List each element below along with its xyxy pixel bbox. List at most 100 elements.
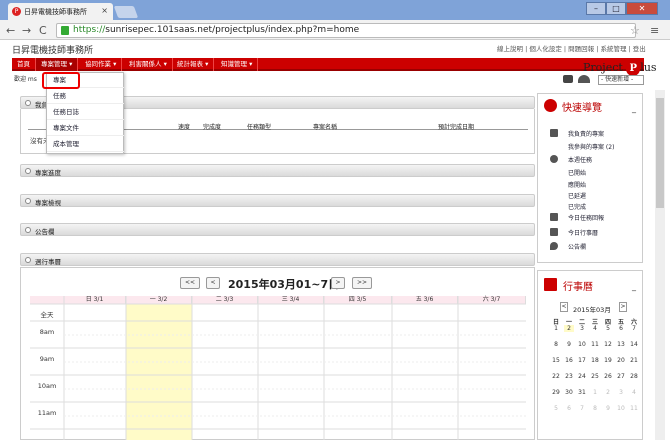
- mini-prev-button[interactable]: <: [560, 302, 568, 312]
- users-icon[interactable]: [578, 75, 590, 83]
- section-progress[interactable]: 專案進度: [20, 164, 535, 177]
- reload-icon[interactable]: C: [39, 24, 47, 37]
- mini-day[interactable]: 4: [590, 325, 600, 332]
- mini-day[interactable]: 27: [616, 373, 626, 380]
- nav-completed[interactable]: 已完成: [568, 202, 586, 211]
- mini-day[interactable]: 21: [629, 357, 639, 364]
- mini-day[interactable]: 9: [564, 341, 574, 348]
- minimize-icon[interactable]: _: [632, 282, 636, 291]
- message-icon[interactable]: [563, 75, 573, 83]
- section-review[interactable]: 專案檢視: [20, 194, 535, 207]
- prev-month-button[interactable]: <<: [180, 277, 200, 289]
- mini-day[interactable]: 9: [603, 405, 613, 412]
- mini-day[interactable]: 23: [564, 373, 574, 380]
- dropdown-item-task-log[interactable]: 任務日誌: [47, 105, 124, 120]
- nav-project-mgmt[interactable]: 專案管理 ▾: [36, 58, 79, 71]
- new-tab-button[interactable]: [113, 6, 139, 18]
- day-header: 日 3/1: [64, 296, 126, 304]
- nav-week-tasks[interactable]: 本週任務: [568, 155, 592, 164]
- dropdown-item-task[interactable]: 任務: [47, 89, 124, 104]
- mini-day[interactable]: 4: [629, 389, 639, 396]
- nav-reports[interactable]: 統計報表 ▾: [172, 58, 215, 71]
- mini-day[interactable]: 25: [590, 373, 600, 380]
- mini-day[interactable]: 13: [616, 341, 626, 348]
- mini-day[interactable]: 17: [577, 357, 587, 364]
- favicon-icon: P: [12, 7, 21, 16]
- page-scrollbar[interactable]: [655, 90, 665, 440]
- mini-day[interactable]: 30: [564, 389, 574, 396]
- dropdown-item-project-docs[interactable]: 專案文件: [47, 121, 124, 136]
- mini-day[interactable]: 7: [629, 325, 639, 332]
- day-header: 二 3/3: [192, 296, 258, 304]
- nav-today-report[interactable]: 今日任務回報: [568, 213, 604, 222]
- mini-day[interactable]: 1: [551, 325, 561, 332]
- mini-day[interactable]: 10: [577, 341, 587, 348]
- mini-day[interactable]: 10: [616, 405, 626, 412]
- mini-day[interactable]: 8: [590, 405, 600, 412]
- nav-knowledge[interactable]: 知識管理 ▾: [216, 58, 259, 71]
- nav-should-start[interactable]: 應開始: [568, 180, 586, 189]
- quick-new-select[interactable]: - 快速新增 -: [598, 75, 644, 85]
- nav-started[interactable]: 已開始: [568, 168, 586, 177]
- section-board[interactable]: 公告欄: [20, 223, 535, 236]
- prev-week-button[interactable]: <: [206, 277, 220, 289]
- mini-day[interactable]: 22: [551, 373, 561, 380]
- url-host: sunrisepec.101saas.net: [105, 25, 213, 35]
- mini-day[interactable]: 15: [551, 357, 561, 364]
- minimize-icon[interactable]: _: [632, 104, 636, 113]
- dropdown-item-cost-mgmt[interactable]: 成本管理: [47, 137, 124, 152]
- window-close-button[interactable]: ✕: [626, 2, 658, 15]
- window-minimize-button[interactable]: –: [586, 2, 606, 15]
- nav-delayed[interactable]: 已延遲: [568, 191, 586, 200]
- mini-day[interactable]: 8: [551, 341, 561, 348]
- mini-day[interactable]: 11: [629, 405, 639, 412]
- calendar-icon: [544, 278, 557, 291]
- url-field[interactable]: https://sunrisepec.101saas.net/projectpl…: [56, 23, 636, 38]
- tab-close-icon[interactable]: ×: [101, 6, 108, 15]
- mini-day[interactable]: 5: [551, 405, 561, 412]
- nav-today-calendar[interactable]: 今日行事曆: [568, 228, 598, 237]
- next-month-button[interactable]: >>: [352, 277, 372, 289]
- mini-day[interactable]: 6: [616, 325, 626, 332]
- mini-day[interactable]: 2: [564, 325, 574, 332]
- mini-day[interactable]: 11: [590, 341, 600, 348]
- mini-day[interactable]: 16: [564, 357, 574, 364]
- nav-board[interactable]: 公告欄: [568, 242, 586, 251]
- mini-day[interactable]: 5: [603, 325, 613, 332]
- next-week-button[interactable]: >: [331, 277, 345, 289]
- mini-day[interactable]: 1: [590, 389, 600, 396]
- nav-joined-projects[interactable]: 我參與的專案 (2): [568, 142, 614, 151]
- nav-collab[interactable]: 協同作業 ▾: [80, 58, 123, 71]
- forward-icon[interactable]: →: [22, 24, 31, 37]
- nav-stakeholders[interactable]: 利害關係人 ▾: [124, 58, 173, 71]
- mini-day[interactable]: 12: [603, 341, 613, 348]
- mini-day[interactable]: 20: [616, 357, 626, 364]
- mini-day[interactable]: 2: [603, 389, 613, 396]
- mini-next-button[interactable]: >: [619, 302, 627, 312]
- window-maximize-button[interactable]: □: [606, 2, 626, 15]
- mini-day[interactable]: 14: [629, 341, 639, 348]
- tab-title: 日昇電機技師事務所: [24, 8, 87, 16]
- section-weekly[interactable]: 週行事曆: [20, 253, 535, 266]
- mini-day[interactable]: 18: [590, 357, 600, 364]
- mini-day[interactable]: 3: [577, 325, 587, 332]
- mini-day[interactable]: 3: [616, 389, 626, 396]
- back-icon[interactable]: ←: [6, 24, 15, 37]
- nav-my-projects[interactable]: 我負責的專案: [568, 129, 604, 138]
- bookmark-star-icon[interactable]: ☆: [630, 24, 640, 37]
- mini-day[interactable]: 31: [577, 389, 587, 396]
- mini-day[interactable]: 29: [551, 389, 561, 396]
- mini-day[interactable]: 6: [564, 405, 574, 412]
- hour-label: 8am: [39, 328, 55, 336]
- browser-menu-icon[interactable]: ≡: [650, 24, 659, 37]
- mini-day[interactable]: 28: [629, 373, 639, 380]
- browser-tab[interactable]: P 日昇電機技師事務所 ×: [8, 3, 113, 20]
- mini-day[interactable]: 19: [603, 357, 613, 364]
- mini-day[interactable]: 24: [577, 373, 587, 380]
- nav-home[interactable]: 首頁: [12, 58, 36, 71]
- top-links[interactable]: 線上說明 | 個人化設定 | 問題回報 | 系統管理 | 登出: [497, 43, 646, 53]
- day-header: 一 3/2: [126, 296, 192, 304]
- mini-day[interactable]: 7: [577, 405, 587, 412]
- mini-day[interactable]: 26: [603, 373, 613, 380]
- scrollbar-thumb[interactable]: [656, 98, 664, 208]
